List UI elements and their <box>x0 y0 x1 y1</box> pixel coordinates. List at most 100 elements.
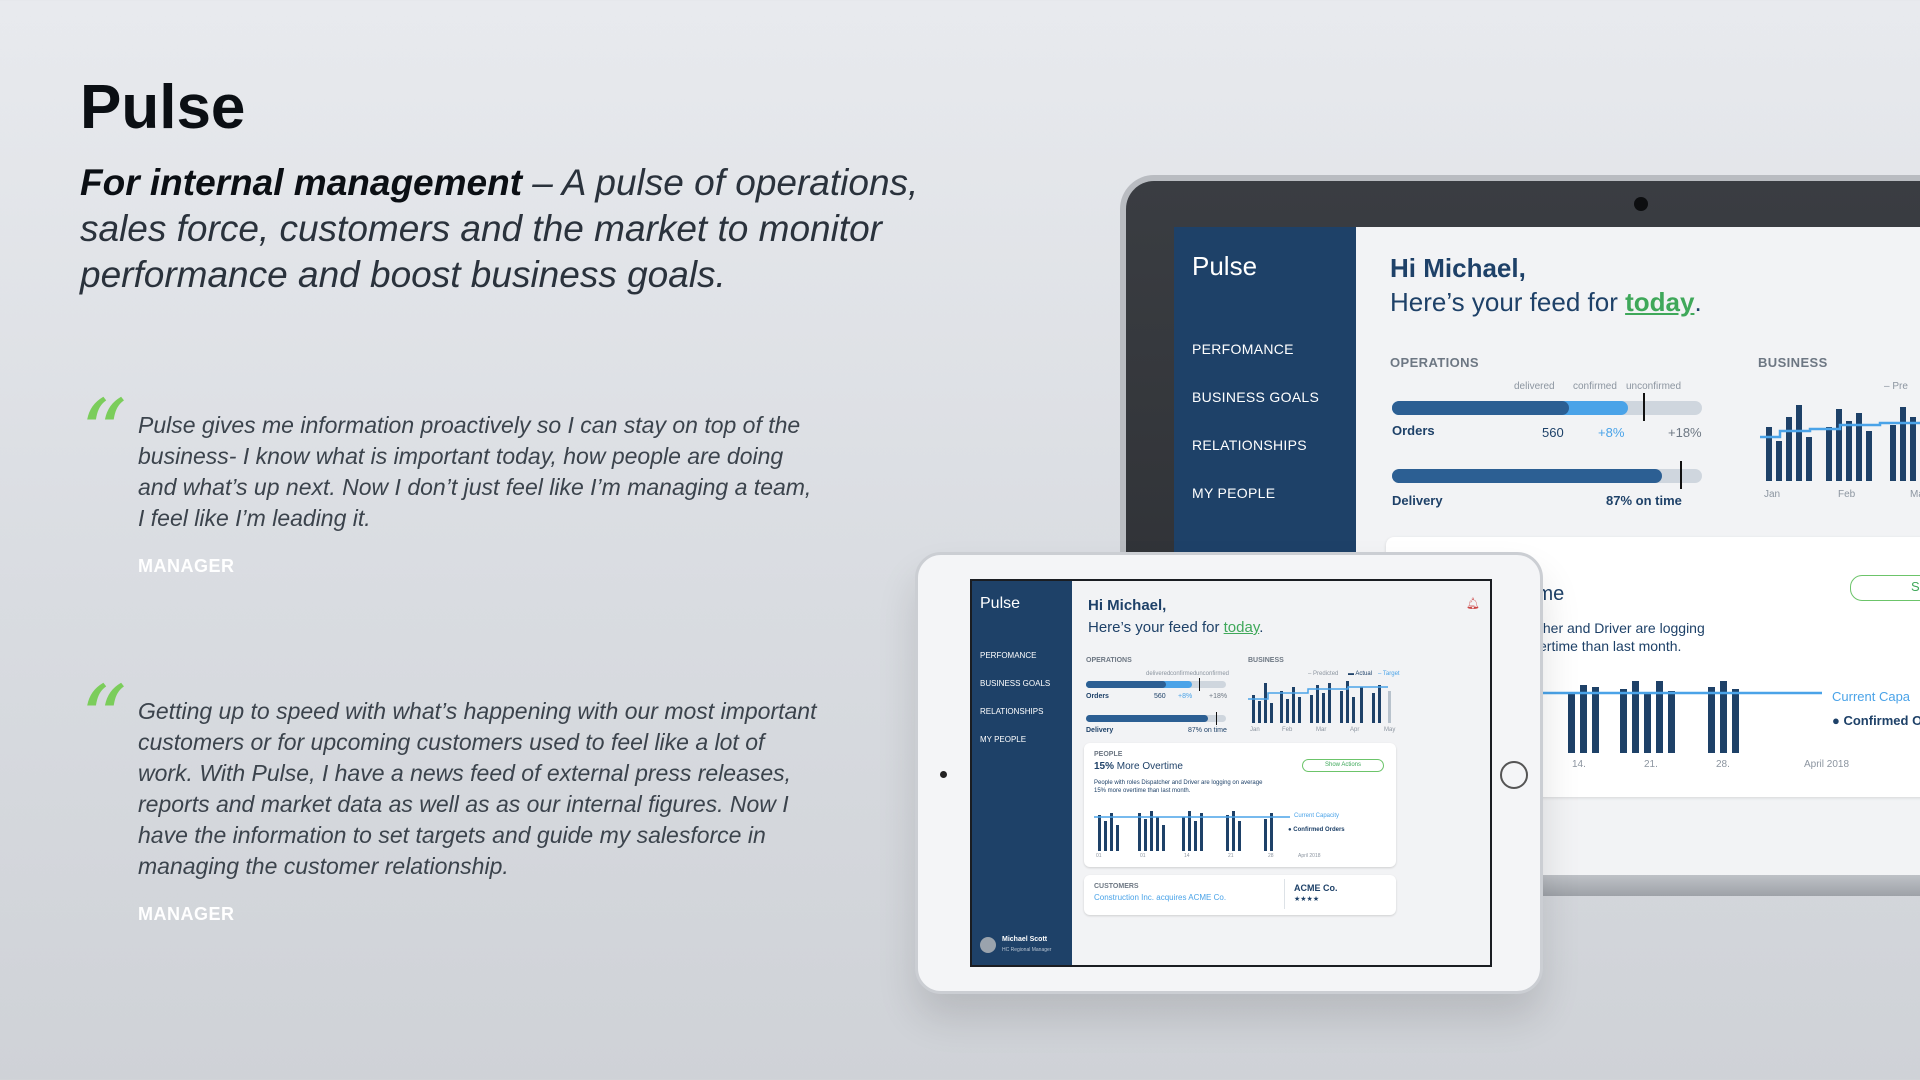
nav-relationships[interactable]: RELATIONSHIPS <box>980 707 1043 716</box>
tablet-home-button[interactable] <box>1500 761 1528 789</box>
month-feb: Feb <box>1838 489 1856 500</box>
customers-news-link[interactable]: Construction Inc. acquires ACME Co. <box>1094 893 1226 902</box>
show-actions-button-partial[interactable]: S <box>1850 575 1920 601</box>
delivery-bar <box>1086 715 1208 722</box>
greeting: Hi Michael, <box>1088 597 1167 614</box>
user-name: Michael Scott <box>1002 936 1048 943</box>
feed-suffix: . <box>1694 287 1702 317</box>
greeting: Hi Michael, <box>1390 253 1526 283</box>
orders-label: Orders <box>1392 423 1435 438</box>
capacity-legend: Current Capacity <box>1294 813 1340 819</box>
feed-prefix: Here’s your feed for <box>1088 619 1224 636</box>
axis-21: 21 <box>1228 853 1234 859</box>
legend-unconfirmed: unconfirmed <box>1626 381 1682 392</box>
capacity-legend-partial: Current Capa <box>1832 689 1911 704</box>
axis-21: 21. <box>1644 759 1658 770</box>
feed-subtitle: Here’s your feed for today. <box>1390 287 1702 318</box>
nav-business-goals[interactable]: BUSINESS GOALS <box>980 679 1050 688</box>
feed-today-link[interactable]: today <box>1224 619 1260 636</box>
confirmed-legend-partial: ● Confirmed O <box>1832 713 1920 728</box>
show-actions-button[interactable]: Show Actions <box>1302 759 1384 772</box>
delivery-value: 87% on time <box>1606 493 1682 508</box>
people-chart-tablet <box>1094 811 1290 851</box>
tablet-sidebar: Pulse PERFOMANCE BUSINESS GOALS RELATION… <box>972 581 1072 965</box>
delivery-target-marker <box>1216 712 1218 725</box>
axis-28: 28 <box>1268 853 1274 859</box>
testimonial-text: Pulse gives me information proactively s… <box>138 412 812 531</box>
people-desc: People with roles Dispatcher and Driver … <box>1094 780 1263 794</box>
bell-icon[interactable]: 🔔︎ <box>1466 597 1480 610</box>
nav-business-goals[interactable]: BUSINESS GOALS <box>1192 389 1319 405</box>
orders-unconfirmed-pct: +18% <box>1668 425 1702 440</box>
business-legend-predicted: Pre <box>1892 381 1908 392</box>
orders-value: 560 <box>1542 425 1564 440</box>
orders-unconfirmed-pct: +18% <box>1209 693 1228 700</box>
laptop-camera <box>1634 197 1648 211</box>
user-role: HC Regional Manager <box>1002 947 1052 953</box>
orders-target-marker <box>1643 393 1646 421</box>
delivery-label: Delivery <box>1086 727 1114 734</box>
customer-name: ACME Co. <box>1294 883 1338 893</box>
nav-my-people[interactable]: MY PEOPLE <box>980 735 1026 744</box>
confirmed-legend-text: Confirmed O <box>1843 713 1920 728</box>
lede-paragraph: For internal management – A pulse of ope… <box>80 160 980 298</box>
people-chart-laptop <box>1532 681 1822 753</box>
quote-mark-icon: “ <box>80 666 128 773</box>
month-mar: Mar <box>1910 489 1920 500</box>
tablet-main: Hi Michael, Here’s your feed for today. … <box>1072 581 1490 965</box>
customers-title: CUSTOMERS <box>1094 883 1139 890</box>
testimonial-2: “ Getting up to speed with what’s happen… <box>80 674 820 925</box>
legend-confirmed: confirmed <box>1573 381 1617 392</box>
nav-my-people[interactable]: MY PEOPLE <box>1192 485 1275 501</box>
orders-confirmed-pct: +8% <box>1178 693 1193 700</box>
tablet-device: Pulse PERFOMANCE BUSINESS GOALS RELATION… <box>915 552 1543 994</box>
people-desc-line2: vertime than last month. <box>1532 638 1682 654</box>
testimonial-role: MANAGER <box>138 904 235 924</box>
orders-target-marker <box>1199 678 1201 691</box>
axis-28: 28. <box>1716 759 1730 770</box>
business-chart-laptop <box>1760 405 1920 481</box>
people-card: PEOPLE 15% More Overtime People with rol… <box>1084 743 1396 867</box>
people-headline: 15% More Overtime <box>1094 761 1183 772</box>
orders-delivered-bar <box>1392 401 1569 415</box>
quote-mark-icon: “ <box>80 380 128 487</box>
business-title: BUSINESS <box>1248 657 1284 664</box>
nav-performance[interactable]: PERFOMANCE <box>980 651 1036 660</box>
axis-april: April 2018 <box>1298 853 1321 859</box>
tablet-screen: Pulse PERFOMANCE BUSINESS GOALS RELATION… <box>970 579 1492 967</box>
axis-01a: 01 <box>1096 853 1102 859</box>
people-desc-line1: tcher and Driver are logging <box>1532 620 1705 636</box>
nav-performance[interactable]: PERFOMANCE <box>1192 341 1294 357</box>
operations-title: OPERATIONS <box>1086 657 1132 664</box>
legend-confirmed: confirmed <box>1170 671 1197 677</box>
delivery-target-marker <box>1680 461 1683 489</box>
feed-prefix: Here’s your feed for <box>1390 287 1626 317</box>
month-jan: Jan <box>1250 727 1260 733</box>
feed-subtitle: Here’s your feed for today. <box>1088 619 1263 636</box>
customers-divider <box>1284 879 1285 909</box>
confirmed-legend: ● Confirmed Orders <box>1288 827 1345 833</box>
feed-today-link[interactable]: today <box>1625 287 1694 317</box>
axis-01b: 01 <box>1140 853 1146 859</box>
delivery-bar <box>1392 469 1662 483</box>
business-legend-partial: – Pre <box>1884 381 1908 392</box>
customers-card: CUSTOMERS Construction Inc. acquires ACM… <box>1084 875 1396 915</box>
avatar[interactable] <box>980 937 996 953</box>
customer-rating: ★★★★ <box>1294 896 1320 903</box>
testimonial-text: Getting up to speed with what’s happenin… <box>138 698 817 879</box>
legend-delivered: delivered <box>1146 671 1171 677</box>
testimonial-role: MANAGER <box>138 556 235 576</box>
business-chart-tablet <box>1248 681 1391 723</box>
orders-delivered-bar <box>1086 681 1166 688</box>
orders-label: Orders <box>1086 693 1109 700</box>
business-title: BUSINESS <box>1758 355 1828 370</box>
month-feb: Feb <box>1282 727 1293 733</box>
feed-suffix: . <box>1259 619 1264 636</box>
tablet-camera <box>940 771 947 778</box>
legend-unconfirmed: unconfirmed <box>1196 671 1230 677</box>
axis-april: April 2018 <box>1804 759 1850 770</box>
people-desc-partial: tcher and Driver are logging vertime than… <box>1532 619 1705 655</box>
nav-relationships[interactable]: RELATIONSHIPS <box>1192 437 1307 453</box>
testimonial-1: “ Pulse gives me information proactively… <box>80 388 820 577</box>
month-may: May <box>1384 727 1396 733</box>
